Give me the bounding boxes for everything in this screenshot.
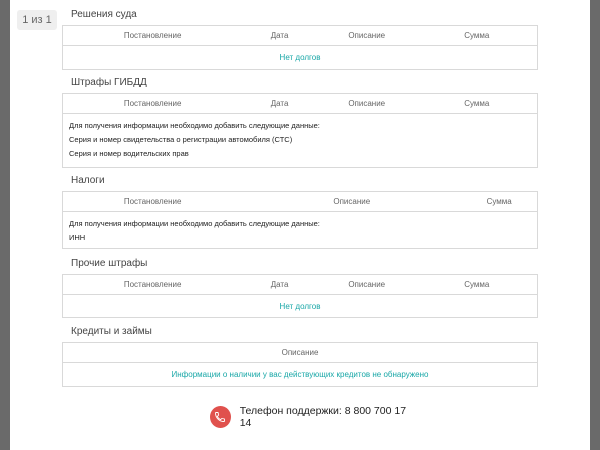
column-header: Описание [281,348,319,357]
notice-line: Серия и номер свидетельства о регистраци… [69,135,293,144]
notice-line: Для получения информации необходимо доба… [69,121,320,130]
credits-empty-message: Информации о наличии у вас действующих к… [171,370,429,379]
other-empty-message: Нет долгов [279,302,321,311]
column-header: Дата [270,99,289,108]
column-header: Дата [270,280,289,289]
column-header: Постановление [123,280,182,289]
column-header: Описание [333,197,371,206]
gibdd-notice: Для получения информации необходимо доба… [63,114,537,161]
other-fines-table: Постановление Дата Описание Сумма Нет до… [62,274,538,318]
credits-table: Описание Информации о наличии у вас дейс… [62,342,538,387]
column-header: Описание [348,31,386,40]
taxes-table-header: Постановление Описание Сумма [63,192,537,212]
other-table-header: Постановление Дата Описание Сумма [63,275,537,295]
column-header: Сумма [464,280,490,289]
section-title-other: Прочие штрафы [71,258,148,269]
section-title-gibdd: Штрафы ГИБДД [71,77,147,88]
taxes-notice: Для получения информации необходимо доба… [63,212,537,245]
column-header: Сумма [464,31,490,40]
section-title-court: Решения суда [71,9,137,20]
phone-icon[interactable] [210,406,231,428]
report-page: 1 из 1 Решения суда Постановление Дата О… [10,0,590,450]
column-header: Постановление [123,31,182,40]
notice-line: Для получения информации необходимо доба… [69,219,320,228]
support-phone-text: Телефон поддержки: 8 800 700 17 14 [239,405,407,429]
section-title-taxes: Налоги [71,175,105,186]
column-header: Сумма [486,197,512,206]
column-header: Дата [270,31,289,40]
column-header: Постановление [123,99,182,108]
pager-indicator: 1 из 1 [17,10,57,30]
taxes-table: Постановление Описание Сумма Для получен… [62,191,538,249]
column-header: Описание [348,99,386,108]
support-phone[interactable]: Телефон поддержки: 8 800 700 17 14 [210,405,410,429]
credits-table-header: Описание [63,343,537,363]
section-title-credits: Кредиты и займы [71,326,152,337]
gibdd-table: Постановление Дата Описание Сумма Для по… [62,93,538,168]
column-header: Описание [348,280,386,289]
column-header: Постановление [123,197,182,206]
court-empty-message: Нет долгов [279,53,321,62]
notice-line: Серия и номер водительских прав [69,149,189,158]
column-header: Сумма [464,99,490,108]
court-table: Постановление Дата Описание Сумма Нет до… [62,25,538,70]
notice-line: ИНН [69,233,86,242]
court-table-header: Постановление Дата Описание Сумма [63,26,537,46]
gibdd-table-header: Постановление Дата Описание Сумма [63,94,537,114]
